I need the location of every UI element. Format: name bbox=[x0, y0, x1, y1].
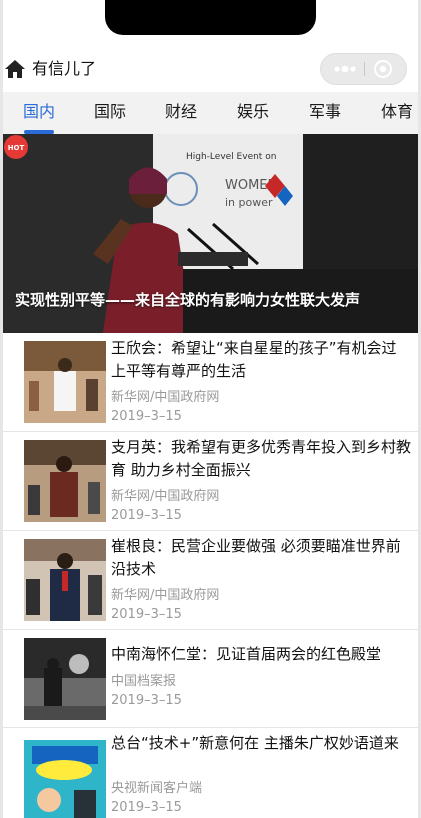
tab-sports[interactable]: 体育 bbox=[381, 101, 413, 123]
news-title: 支月英：我希望有更多优秀青年投入到乡村教育 助力乡村全面振兴 bbox=[111, 438, 412, 479]
news-item[interactable]: 支月英：我希望有更多优秀青年投入到乡村教育 助力乡村全面振兴 新华网/中国政府网… bbox=[3, 432, 418, 531]
news-date: 2019–3–15 bbox=[111, 607, 182, 622]
app-title: 有信儿了 bbox=[32, 59, 97, 78]
app-header: 有信儿了 bbox=[0, 48, 421, 90]
news-thumbnail bbox=[24, 539, 106, 621]
hot-badge-label: HOT bbox=[8, 144, 25, 152]
news-thumbnail bbox=[24, 740, 106, 818]
news-date: 2019–3–15 bbox=[111, 508, 182, 523]
device-notch bbox=[105, 0, 316, 35]
more-dots-icon[interactable] bbox=[331, 54, 365, 84]
news-item[interactable]: 王欣会：希望让“来自星星的孩子”有机会过上平等有尊严的生活 新华网/中国政府网 … bbox=[3, 333, 418, 432]
news-source: 新华网/中国政府网 bbox=[111, 390, 220, 405]
close-circle-icon[interactable] bbox=[373, 59, 393, 79]
news-item[interactable]: 崔根良：民营企业要做强 必须要瞄准世界前沿技术 新华网/中国政府网 2019–3… bbox=[3, 531, 418, 630]
category-tabs: 国内 国际 财经 娱乐 军事 体育 bbox=[3, 92, 418, 134]
tab-domestic[interactable]: 国内 bbox=[23, 101, 55, 123]
news-source: 中国档案报 bbox=[111, 674, 177, 689]
backdrop-line-1: High-Level Event on bbox=[186, 152, 276, 162]
hot-badge: HOT bbox=[4, 135, 28, 159]
news-thumbnail bbox=[24, 638, 106, 720]
news-source: 央视新闻客户端 bbox=[111, 781, 203, 796]
tab-military[interactable]: 军事 bbox=[309, 101, 341, 123]
news-date: 2019–3–15 bbox=[111, 693, 182, 708]
tab-finance[interactable]: 财经 bbox=[165, 101, 197, 123]
mini-program-capsule bbox=[320, 53, 407, 85]
news-date: 2019–3–15 bbox=[111, 409, 182, 424]
news-title: 总台“技术+”新意何在 主播朱广权妙语道来 bbox=[111, 734, 399, 752]
news-thumbnail bbox=[24, 440, 106, 522]
news-thumbnail bbox=[24, 341, 106, 423]
backdrop-line-3: in power bbox=[225, 196, 273, 209]
capsule-divider bbox=[364, 62, 365, 76]
news-item[interactable]: 中南海怀仁堂：见证首届两会的红色殿堂 中国档案报 2019–3–15 bbox=[3, 630, 418, 728]
news-item[interactable]: 总台“技术+”新意何在 主播朱广权妙语道来 央视新闻客户端 2019–3–15 bbox=[3, 728, 418, 818]
home-icon[interactable] bbox=[4, 59, 26, 79]
hero-banner[interactable]: High-Level Event on WOMEN in power HOT 实… bbox=[3, 134, 418, 333]
news-date: 2019–3–15 bbox=[111, 800, 182, 815]
hero-caption: 实现性别平等——来自全球的有影响力女性联大发声 bbox=[15, 291, 361, 309]
tab-international[interactable]: 国际 bbox=[94, 101, 126, 123]
news-title: 中南海怀仁堂：见证首届两会的红色殿堂 bbox=[111, 645, 382, 663]
news-title: 崔根良：民营企业要做强 必须要瞄准世界前沿技术 bbox=[111, 537, 401, 578]
tab-entertainment[interactable]: 娱乐 bbox=[237, 101, 269, 123]
news-source: 新华网/中国政府网 bbox=[111, 489, 220, 504]
news-title: 王欣会：希望让“来自星星的孩子”有机会过上平等有尊严的生活 bbox=[111, 339, 397, 380]
news-source: 新华网/中国政府网 bbox=[111, 588, 220, 603]
